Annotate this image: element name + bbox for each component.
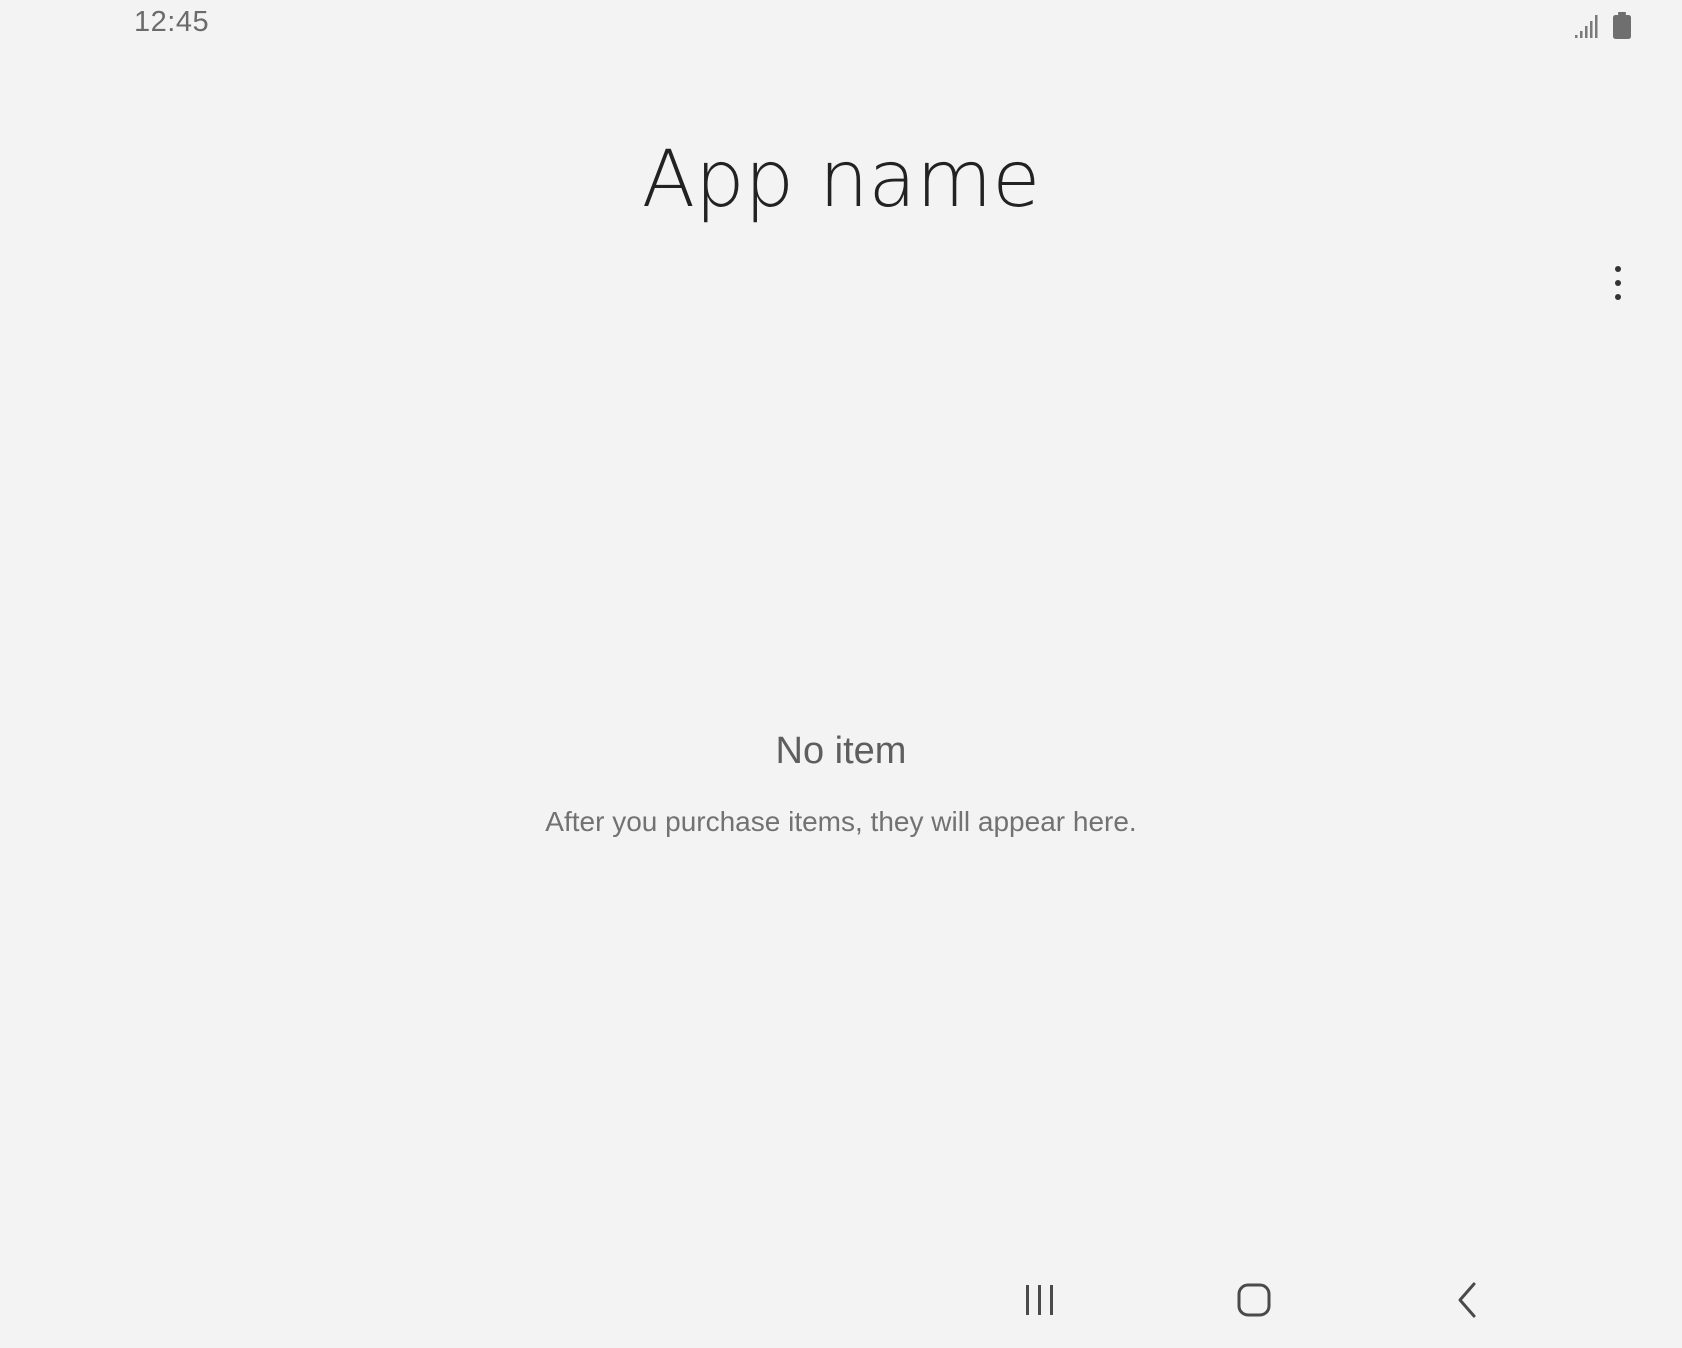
empty-state-title: No item <box>775 730 907 772</box>
page-title: App name <box>641 135 1041 225</box>
more-dot <box>1615 294 1621 300</box>
battery-icon <box>1613 12 1631 39</box>
home-icon <box>1237 1283 1271 1317</box>
back-icon <box>1458 1282 1476 1318</box>
home-button[interactable] <box>1230 1280 1278 1320</box>
more-dot <box>1615 266 1621 272</box>
empty-state-description: After you purchase items, they will appe… <box>545 806 1137 837</box>
status-icons <box>1574 12 1632 40</box>
recents-icon <box>1026 1285 1053 1315</box>
more-options-button[interactable] <box>1600 258 1636 310</box>
more-dot <box>1615 280 1621 286</box>
status-time: 12:45 <box>134 6 210 38</box>
back-button[interactable] <box>1448 1280 1488 1320</box>
signal-icon <box>1575 15 1598 38</box>
more-vertical-icon <box>1615 266 1621 300</box>
recents-button[interactable] <box>1020 1280 1060 1320</box>
app-screen: 12:45 App name No item After you purchas… <box>0 0 1682 1348</box>
